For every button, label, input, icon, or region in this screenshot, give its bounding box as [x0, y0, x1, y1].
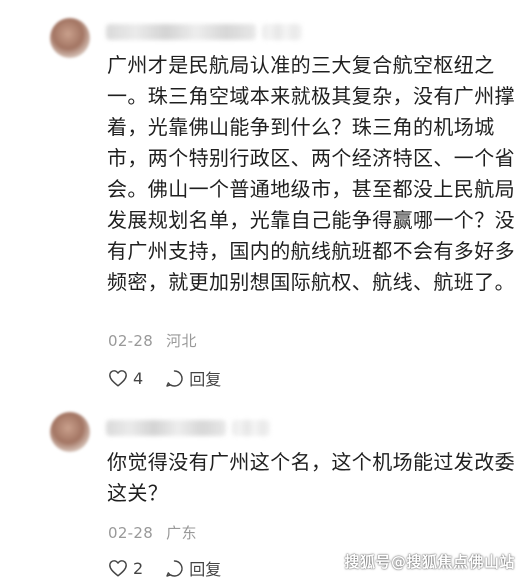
comment-meta: 02-28 河北: [108, 330, 205, 351]
avatar[interactable]: [50, 18, 90, 58]
username-blurred[interactable]: [106, 24, 256, 40]
reply-button[interactable]: 回复: [165, 366, 221, 390]
avatar[interactable]: [50, 412, 90, 452]
comment-actions: 4 回复: [108, 366, 243, 390]
reply-label: 回复: [189, 560, 222, 579]
reply-button[interactable]: 回复: [165, 556, 221, 580]
comment-bubble-icon: [166, 559, 183, 577]
username-blurred-extra: [232, 420, 270, 436]
heart-icon: [109, 560, 127, 577]
comment-location: 河北: [166, 332, 197, 350]
comment-meta: 02-28 广东: [108, 522, 205, 543]
like-button[interactable]: 2: [108, 559, 143, 578]
username-blurred[interactable]: [106, 420, 226, 436]
comment-location: 广东: [166, 524, 197, 542]
comment-actions: 2 回复: [108, 556, 243, 580]
like-button[interactable]: 4: [108, 369, 143, 388]
comment-date: 02-28: [108, 524, 154, 542]
watermark: 搜狐号@搜狐焦点佛山站: [344, 553, 515, 571]
comment-text: 广州才是民航局认准的三大复合航空枢纽之一。珠三角空域本来就极其复杂，没有广州撑着…: [107, 53, 515, 294]
heart-icon: [109, 370, 127, 387]
comment-date: 02-28: [108, 332, 154, 350]
reply-label: 回复: [189, 370, 222, 389]
like-count: 2: [133, 558, 144, 578]
comment-bubble-icon: [166, 369, 183, 387]
username-blurred-extra: [262, 24, 302, 40]
like-count: 4: [133, 368, 144, 388]
comment-text: 你觉得没有广州这个名，这个机场能过发改委这关？: [107, 450, 515, 505]
